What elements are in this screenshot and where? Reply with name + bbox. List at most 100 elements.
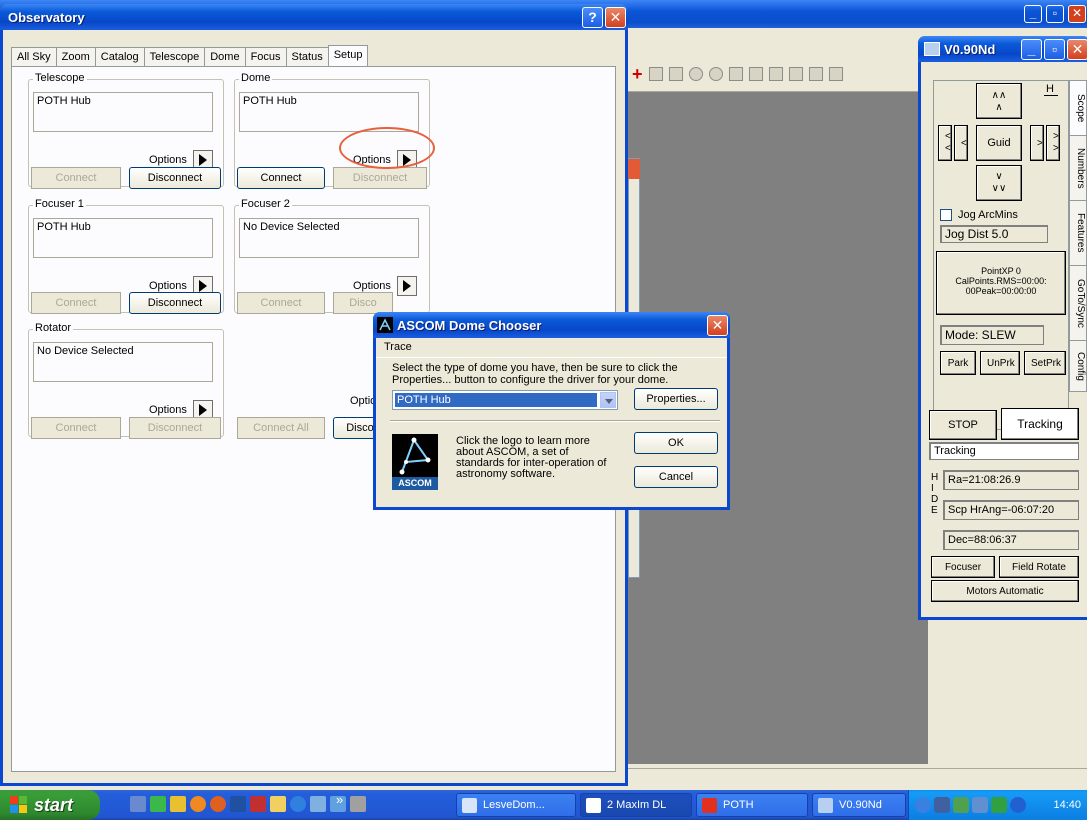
play-arrow-icon[interactable] [396,276,417,296]
telescope-disconnect-button[interactable]: Disconnect [129,167,221,189]
tab-goto-sync[interactable]: GoTo/Sync [1069,265,1087,341]
start-button[interactable]: start [0,790,100,820]
tab-zoom[interactable]: Zoom [55,47,96,66]
quicklaunch-icon-2[interactable] [150,796,166,812]
toolbar-icon-6[interactable] [748,67,763,81]
tab-telescope[interactable]: Telescope [143,47,206,66]
minimize-icon[interactable]: _ [1024,5,1042,23]
tab-dome[interactable]: Dome [204,47,246,66]
field-rotate-button[interactable]: Field Rotate [999,556,1079,578]
west-fast-button[interactable]: < < [938,125,952,161]
options-label: Options [149,154,187,166]
quicklaunch-icon-6[interactable] [230,796,246,812]
scope-title-bar[interactable]: V0.90Nd _ ▫ ✕ [918,36,1087,62]
tray-icon-5[interactable] [1010,797,1026,813]
tab-all-sky[interactable]: All Sky [11,47,57,66]
tab-config[interactable]: Config [1069,340,1087,392]
clock[interactable]: 14:40 [1053,790,1081,820]
tab-scope[interactable]: Scope [1069,80,1087,136]
west-button[interactable]: < [954,125,968,161]
close-icon[interactable]: ✕ [605,6,626,28]
unpark-button[interactable]: UnPrk [980,351,1020,375]
focuser1-connect-button[interactable]: Connect [31,292,121,314]
telescope-connect-button[interactable]: Connect [31,167,121,189]
crosshair-icon[interactable]: + [632,65,643,83]
toolbar-icon-2[interactable] [668,67,683,81]
guide-button[interactable]: Guid [976,125,1022,161]
focuser1-disconnect-button[interactable]: Disconnect [129,292,221,314]
chooser-title-bar[interactable]: ASCOM Dome Chooser ✕ [373,312,730,338]
tracking-button[interactable]: Tracking [1001,408,1079,440]
cancel-button[interactable]: Cancel [634,466,718,488]
quicklaunch-chevron-icon[interactable]: » [336,792,343,807]
firefox-icon[interactable] [210,796,226,812]
tab-focus[interactable]: Focus [244,47,287,66]
ie-icon[interactable] [290,796,306,812]
rotator-connect-button[interactable]: Connect [31,417,121,439]
jog-distance-field[interactable]: Jog Dist 5.0 [940,225,1048,243]
close-icon[interactable]: ✕ [1068,5,1086,23]
tray-icon-4[interactable] [991,797,1007,813]
toolbar-icon-10[interactable] [828,67,843,81]
focuser2-connect-button[interactable]: Connect [237,292,325,314]
minimize-icon[interactable]: _ [1021,38,1042,60]
tray-icon-1[interactable] [934,797,950,813]
observatory-title-bar[interactable]: Observatory ? ✕ [0,4,628,30]
toolbar-icon-1[interactable] [648,67,663,81]
close-icon[interactable]: ✕ [707,314,728,336]
taskbar-button-maxim[interactable]: 2 MaxIm DL [580,793,692,817]
taskbar-button-lesvedom[interactable]: LesveDom... [456,793,576,817]
maximize-icon[interactable]: ▫ [1044,38,1065,60]
tray-icon-2[interactable] [953,797,969,813]
stop-button[interactable]: STOP [929,410,997,440]
taskbar-button-v090nd[interactable]: V0.90Nd [812,793,906,817]
tab-numbers[interactable]: Numbers [1069,135,1087,201]
maximize-icon[interactable]: ▫ [1046,5,1064,23]
rotator-disconnect-button[interactable]: Disconnect [129,417,221,439]
tray-arrow-icon[interactable] [915,797,931,813]
toolbar-icon-3[interactable] [688,67,703,81]
folder-icon[interactable] [270,796,286,812]
properties-button[interactable]: Properties... [634,388,718,410]
dome-disconnect-button[interactable]: Disconnect [333,167,427,189]
ascom-logo[interactable]: ASCOM [392,434,438,490]
north-fast-button[interactable]: ∧∧ ∧ [976,83,1022,119]
toolbar-icon-9[interactable] [808,67,823,81]
toolbar-icon-7[interactable] [768,67,783,81]
h-label: H [1046,83,1054,95]
pointxp-button[interactable]: PointXP 0 CalPoints.RMS=00:00: 00Peak=00… [936,251,1066,315]
connect-all-button[interactable]: Connect All [237,417,325,439]
quicklaunch-icon-10[interactable] [310,796,326,812]
help-icon[interactable]: ? [582,6,603,28]
quicklaunch-icon-1[interactable] [130,796,146,812]
east-fast-button[interactable]: > > [1046,125,1060,161]
taskbar-button-poth[interactable]: POTH [696,793,808,817]
tab-status[interactable]: Status [285,47,329,66]
hide-label[interactable]: H I D E [931,472,941,516]
focuser-button[interactable]: Focuser [931,556,995,578]
jog-arcmins-checkbox[interactable] [940,209,952,221]
chevron-down-icon[interactable] [600,392,616,408]
tray-icon-3[interactable] [972,797,988,813]
close-icon[interactable]: ✕ [1067,38,1087,60]
dome-select[interactable]: POTH Hub [392,390,618,410]
park-button[interactable]: Park [940,351,976,375]
tab-catalog[interactable]: Catalog [94,47,145,66]
histogram-icon[interactable] [728,67,743,81]
east-button[interactable]: > [1030,125,1044,161]
ok-button[interactable]: OK [634,432,718,454]
quicklaunch-icon-3[interactable] [170,796,186,812]
quicklaunch-icon-7[interactable] [250,796,266,812]
toolbar-icon-4[interactable] [708,67,723,81]
south-fast-button[interactable]: ∨ ∨∨ [976,165,1022,201]
tab-features[interactable]: Features [1069,200,1087,266]
focuser2-disconnect-button[interactable]: Disco [333,292,393,314]
menu-trace[interactable]: Trace [384,341,412,353]
dome-connect-button[interactable]: Connect [237,167,325,189]
quicklaunch-icon-4[interactable] [190,796,206,812]
quicklaunch-icon-12[interactable] [350,796,366,812]
tab-setup[interactable]: Setup [327,45,369,66]
motors-automatic-button[interactable]: Motors Automatic [931,580,1079,602]
toolbar-icon-8[interactable] [788,67,803,81]
set-park-button[interactable]: SetPrk [1024,351,1066,375]
